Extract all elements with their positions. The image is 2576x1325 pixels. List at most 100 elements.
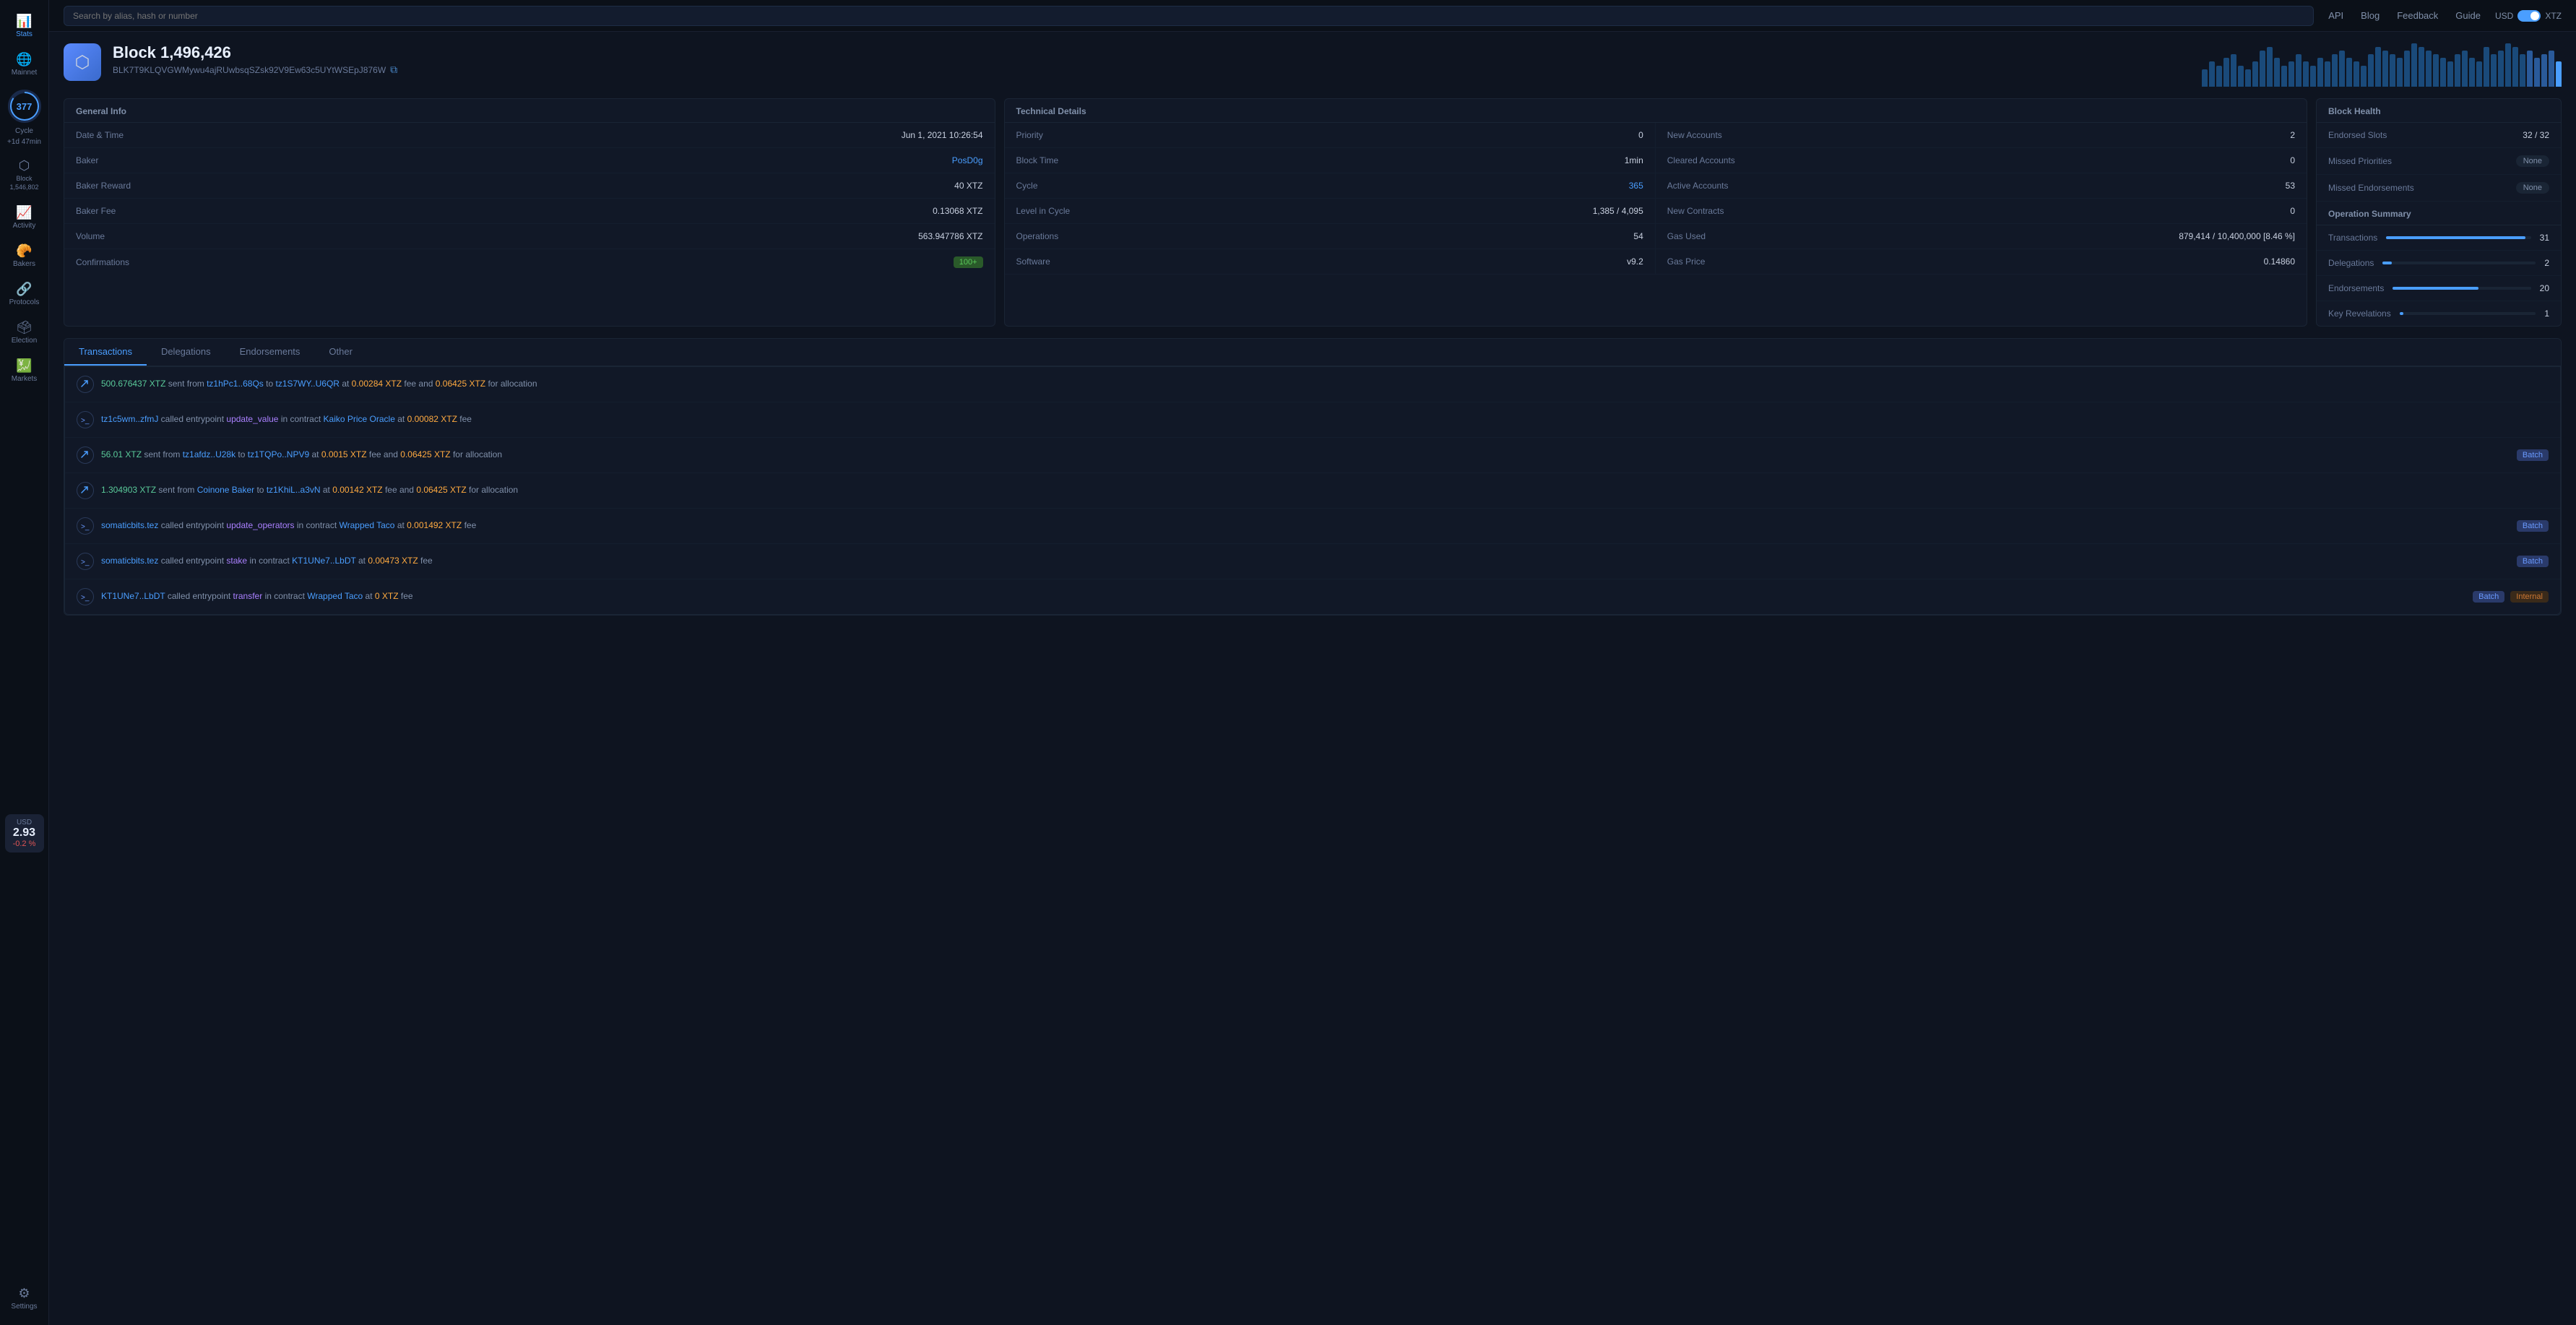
tx-link[interactable]: somaticbits.tez [101,556,158,566]
topbar-link-blog[interactable]: Blog [2361,10,2380,21]
baker-fee-label: Baker Fee [76,206,116,216]
currency-switch[interactable] [2517,10,2541,22]
tx-badges: Batch [2514,556,2549,567]
tx-text: at [340,379,352,389]
op-row-endorsements: Endorsements 20 [2317,276,2561,301]
topbar-link-guide[interactable]: Guide [2455,10,2481,21]
gasprice-label: Gas Price [1667,256,1706,267]
bakers-icon: 🥐 [16,244,32,257]
info-row-baker-reward: Baker Reward 40 XTZ [64,173,995,199]
cycle-value: 365 [1629,181,1643,191]
sidebar-item-activity[interactable]: 📈 Activity [0,199,48,237]
sidebar-label-election: Election [12,337,38,345]
activeaccounts-label: Active Accounts [1667,181,1729,191]
mainnet-icon: 🌐 [16,53,32,66]
info-row-baker-fee: Baker Fee 0.13068 XTZ [64,199,995,224]
topbar-link-feedback[interactable]: Feedback [2397,10,2438,21]
tab-endorsements[interactable]: Endorsements [225,339,315,366]
chart-bar [2419,47,2424,87]
tx-link[interactable]: tz1hPc1..68Qs [207,379,264,389]
search-input[interactable] [64,6,2314,26]
topbar-link-api[interactable]: API [2328,10,2343,21]
chart-bar [2498,51,2504,87]
tx-link[interactable]: somaticbits.tez [101,520,158,530]
chart-bar [2332,54,2338,87]
chart-bar [2375,47,2381,87]
technical-details-panel: Technical Details Priority 0 Block Time … [1004,98,2308,327]
newcontracts-value: 0 [2290,206,2295,216]
sidebar-item-bakers[interactable]: 🥐 Bakers [0,237,48,275]
chart-bar [2426,51,2432,87]
info-row-date: Date & Time Jun 1, 2021 10:26:54 [64,123,995,148]
tx-link[interactable]: Wrapped Taco [307,591,363,601]
op-transactions-bar-bg [2386,236,2530,239]
tx-text: called entrypoint [158,520,226,530]
tx-text: in contract [295,520,340,530]
copy-hash-icon[interactable]: ⧉ [390,64,397,76]
tx-link[interactable]: Coinone Baker [197,485,254,495]
chart-bar [2267,47,2273,87]
chart-bar [2310,66,2316,87]
batch-badge: Batch [2517,449,2549,461]
baker-value[interactable]: PosD0g [952,155,983,165]
chart-bar [2404,51,2410,87]
tx-link[interactable]: tz1c5wm..zfmJ [101,414,158,424]
tx-text: update_value [226,414,278,424]
sidebar-item-election[interactable]: 🗳 Election [0,314,48,352]
newaccounts-label: New Accounts [1667,130,1722,140]
volume-value: 563.947786 XTZ [918,231,982,241]
tx-content: 56.01 XTZ sent from tz1afdz..U28k to tz1… [101,448,2507,462]
tx-link[interactable]: KT1UNe7..LbDT [101,591,165,601]
sidebar-item-mainnet[interactable]: 🌐 Mainnet [0,46,48,84]
op-transactions-label: Transactions [2328,233,2377,243]
markets-icon: 💹 [16,359,32,372]
chart-bar [2346,58,2352,87]
tx-link[interactable]: KT1UNe7..LbDT [292,556,355,566]
tx-text: called entrypoint [165,591,233,601]
tab-transactions[interactable]: Transactions [64,339,147,366]
gasused-value: 879,414 / 10,400,000 [8.46 %] [2179,231,2295,241]
tx-text: at [363,591,375,601]
tech-priority-row: Priority 0 [1005,123,1656,148]
tech-clearedaccounts-row: Cleared Accounts 0 [1656,148,2307,173]
table-row: >_tz1c5wm..zfmJ called entrypoint update… [65,402,2560,438]
tab-other[interactable]: Other [314,339,367,366]
tx-text: 0.001492 XTZ [407,520,462,530]
chart-bar [2440,58,2446,87]
chart-bar [2317,58,2323,87]
tab-delegations[interactable]: Delegations [147,339,225,366]
confirmations-label: Confirmations [76,257,129,267]
info-row-volume: Volume 563.947786 XTZ [64,224,995,249]
activeaccounts-value: 53 [2286,181,2295,191]
ops-value: 54 [1633,231,1643,241]
currency-usd-label: USD [2495,11,2513,21]
sidebar-item-stats[interactable]: 📊 Stats [0,7,48,46]
tx-link[interactable]: tz1KhiL..a3vN [267,485,321,495]
tx-badges: Batch [2514,449,2549,461]
tx-text: called entrypoint [158,414,226,424]
tx-link[interactable]: Wrapped Taco [340,520,395,530]
tx-link[interactable]: tz1afdz..U28k [183,449,235,459]
cycle-number: 377 [12,93,38,119]
chart-bar [2216,66,2222,87]
tx-link[interactable]: Kaiko Price Oracle [324,414,395,424]
sidebar-item-settings[interactable]: ⚙ Settings [0,1279,48,1318]
tx-link[interactable]: tz1TQPo..NPV9 [248,449,309,459]
tx-text: sent from [142,449,183,459]
call-icon: >_ [77,517,94,535]
chart-bar [2476,61,2482,87]
transfer-icon [77,446,94,464]
sidebar-item-block[interactable]: ⬡ Block1,546,802 [0,152,48,199]
tx-link[interactable]: tz1S7WY..U6QR [276,379,340,389]
sidebar-item-markets[interactable]: 💹 Markets [0,352,48,390]
block-cube-icon: ⬡ [64,43,101,81]
health-endorsed-slots: Endorsed Slots 32 / 32 [2317,123,2561,148]
gasprice-value: 0.14860 [2264,256,2295,267]
topbar: API Blog Feedback Guide USD XTZ [49,0,2576,32]
chart-bar [2447,61,2453,87]
sidebar-item-protocols[interactable]: 🔗 Protocols [0,275,48,314]
volume-label: Volume [76,231,105,241]
tech-software-row: Software v9.2 [1005,249,1656,274]
sidebar-label-mainnet: Mainnet [12,69,38,77]
tx-text: fee and [367,449,401,459]
